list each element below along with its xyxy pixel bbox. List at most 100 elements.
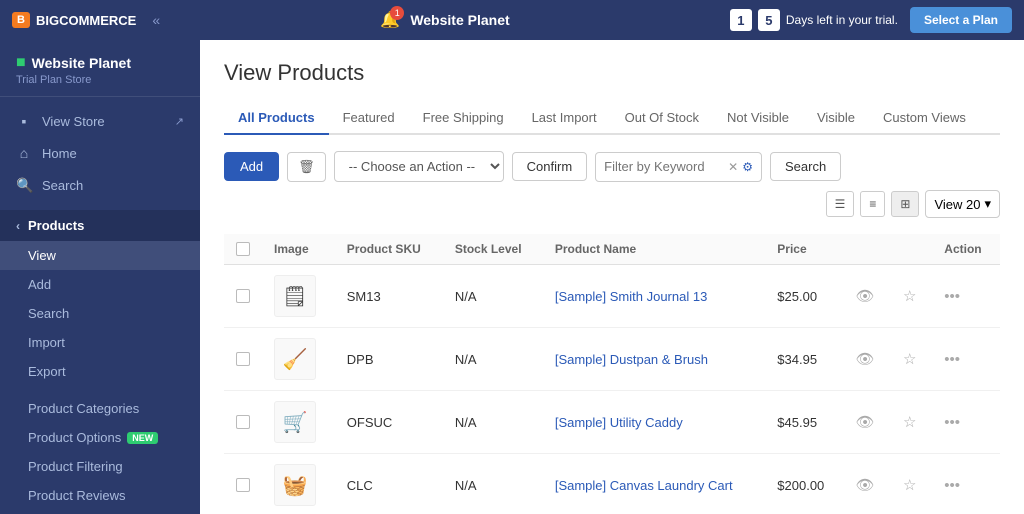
row-image-1: 🧹	[262, 328, 335, 391]
eye-icon-3[interactable]: 👁	[856, 477, 875, 494]
more-icon-1[interactable]: •••	[944, 351, 960, 368]
filter-keyword-field[interactable]: ✕ ⚙	[595, 152, 762, 182]
tab-custom-views[interactable]: Custom Views	[869, 102, 980, 135]
sidebar-item-search[interactable]: 🔍 Search	[0, 169, 200, 202]
top-bar-right: 1 5 Days left in your trial. Select a Pl…	[730, 7, 1012, 33]
eye-icon-1[interactable]: 👁	[856, 351, 875, 368]
action-select[interactable]: -- Choose an Action --	[334, 151, 504, 182]
sidebar-item-product-categories[interactable]: Product Categories	[0, 394, 200, 423]
row-select-checkbox-1[interactable]	[236, 352, 250, 366]
row-stock-3: N/A	[443, 454, 543, 514]
row-stock-2: N/A	[443, 391, 543, 454]
header-price: Price	[765, 234, 843, 265]
sidebar-sub-import[interactable]: Import	[0, 328, 200, 357]
sidebar-item-view-store-label: View Store	[42, 114, 105, 129]
row-price-1: $34.95	[765, 328, 843, 391]
row-view-icon-0: 👁	[844, 265, 891, 328]
content-inner: View Products All Products Featured Free…	[200, 40, 1024, 514]
trial-info: 1 5 Days left in your trial.	[730, 9, 898, 31]
top-bar: B BIGCOMMERCE « 🔔 1 Website Planet 1 5 D…	[0, 0, 1024, 40]
notification-badge: 1	[390, 6, 404, 20]
sidebar-item-view-store[interactable]: ▪ View Store ↗	[0, 105, 200, 137]
star-icon-1[interactable]: ☆	[903, 351, 916, 368]
row-view-icon-2: 👁	[844, 391, 891, 454]
compact-list-view-button[interactable]: ≡	[860, 191, 885, 217]
row-star-icon-1: ☆	[891, 328, 932, 391]
sidebar-sub-view[interactable]: View	[0, 241, 200, 270]
confirm-button[interactable]: Confirm	[512, 152, 588, 181]
products-sub-menu: View Add Search Import Export	[0, 241, 200, 386]
sidebar-sub-search[interactable]: Search	[0, 299, 200, 328]
list-view-button[interactable]: ☰	[826, 191, 855, 217]
product-link-2[interactable]: [Sample] Utility Caddy	[555, 415, 683, 430]
header-checkbox	[224, 234, 262, 265]
more-icon-3[interactable]: •••	[944, 477, 960, 494]
row-more-icon-1: •••	[932, 328, 1000, 391]
header-actions-2	[891, 234, 932, 265]
add-button[interactable]: Add	[224, 152, 279, 181]
select-all-checkbox[interactable]	[236, 242, 250, 256]
row-view-icon-1: 👁	[844, 328, 891, 391]
trial-day-2: 5	[758, 9, 780, 31]
view-count-chevron: ▾	[984, 196, 991, 212]
star-icon-0[interactable]: ☆	[903, 288, 916, 305]
sidebar-item-product-options[interactable]: Product Options NEW	[0, 423, 200, 452]
eye-icon-0[interactable]: 👁	[856, 288, 875, 305]
row-star-icon-2: ☆	[891, 391, 932, 454]
row-select-checkbox-0[interactable]	[236, 289, 250, 303]
row-select-checkbox-2[interactable]	[236, 415, 250, 429]
sidebar-item-home[interactable]: ⌂ Home	[0, 137, 200, 169]
product-link-0[interactable]: [Sample] Smith Journal 13	[555, 289, 707, 304]
search-button[interactable]: Search	[770, 152, 841, 181]
star-icon-2[interactable]: ☆	[903, 414, 916, 431]
row-view-icon-3: 👁	[844, 454, 891, 514]
select-plan-button[interactable]: Select a Plan	[910, 7, 1012, 33]
home-icon: ⌂	[16, 145, 32, 161]
row-star-icon-3: ☆	[891, 454, 932, 514]
product-link-3[interactable]: [Sample] Canvas Laundry Cart	[555, 478, 733, 493]
products-tbody: 🗒 SM13 N/A [Sample] Smith Journal 13 $25…	[224, 265, 1000, 514]
delete-button[interactable]: 🗑	[287, 152, 326, 182]
product-categories-label: Product Categories	[28, 401, 139, 416]
grid-view-button[interactable]: ⊞	[891, 191, 919, 217]
row-select-checkbox-3[interactable]	[236, 478, 250, 492]
tab-visible[interactable]: Visible	[803, 102, 869, 135]
tab-all-products[interactable]: All Products	[224, 102, 329, 135]
tab-out-of-stock[interactable]: Out Of Stock	[611, 102, 713, 135]
more-icon-2[interactable]: •••	[944, 414, 960, 431]
sidebar-item-product-filtering[interactable]: Product Filtering	[0, 452, 200, 481]
product-tabs: All Products Featured Free Shipping Last…	[224, 102, 1000, 135]
row-name-3: [Sample] Canvas Laundry Cart	[543, 454, 765, 514]
filter-keyword-input[interactable]	[604, 159, 724, 174]
products-table: Image Product SKU Stock Level Product Na…	[224, 234, 1000, 514]
sidebar-brand-sub: Trial Plan Store	[16, 74, 184, 86]
row-star-icon-0: ☆	[891, 265, 932, 328]
star-icon-3[interactable]: ☆	[903, 477, 916, 494]
sidebar-collapse-icon[interactable]: «	[152, 12, 160, 28]
filter-clear-icon[interactable]: ✕	[728, 160, 738, 174]
top-bar-center: 🔔 1 Website Planet	[380, 10, 509, 30]
view-count-label: View 20	[934, 197, 980, 212]
notification-bell[interactable]: 🔔 1	[380, 10, 400, 30]
filter-options-icon[interactable]: ⚙	[742, 160, 753, 174]
sidebar-item-price-lists[interactable]: Price Lists	[0, 510, 200, 514]
product-link-1[interactable]: [Sample] Dustpan & Brush	[555, 352, 708, 367]
tab-last-import[interactable]: Last Import	[518, 102, 611, 135]
table-row: 🧺 CLC N/A [Sample] Canvas Laundry Cart $…	[224, 454, 1000, 514]
sidebar-sub-add-label: Add	[28, 277, 51, 292]
product-filtering-label: Product Filtering	[28, 459, 123, 474]
sidebar-item-product-reviews[interactable]: Product Reviews	[0, 481, 200, 510]
row-stock-1: N/A	[443, 328, 543, 391]
header-actions-1	[844, 234, 891, 265]
sidebar-sub-export[interactable]: Export	[0, 357, 200, 386]
tab-free-shipping[interactable]: Free Shipping	[409, 102, 518, 135]
row-name-1: [Sample] Dustpan & Brush	[543, 328, 765, 391]
product-options-label: Product Options	[28, 430, 121, 445]
sidebar-sub-add[interactable]: Add	[0, 270, 200, 299]
more-icon-0[interactable]: •••	[944, 288, 960, 305]
eye-icon-2[interactable]: 👁	[856, 414, 875, 431]
sidebar-products-section[interactable]: ‹ Products	[0, 210, 200, 241]
view-count-selector[interactable]: View 20 ▾	[925, 190, 1000, 218]
tab-featured[interactable]: Featured	[329, 102, 409, 135]
tab-not-visible[interactable]: Not Visible	[713, 102, 803, 135]
